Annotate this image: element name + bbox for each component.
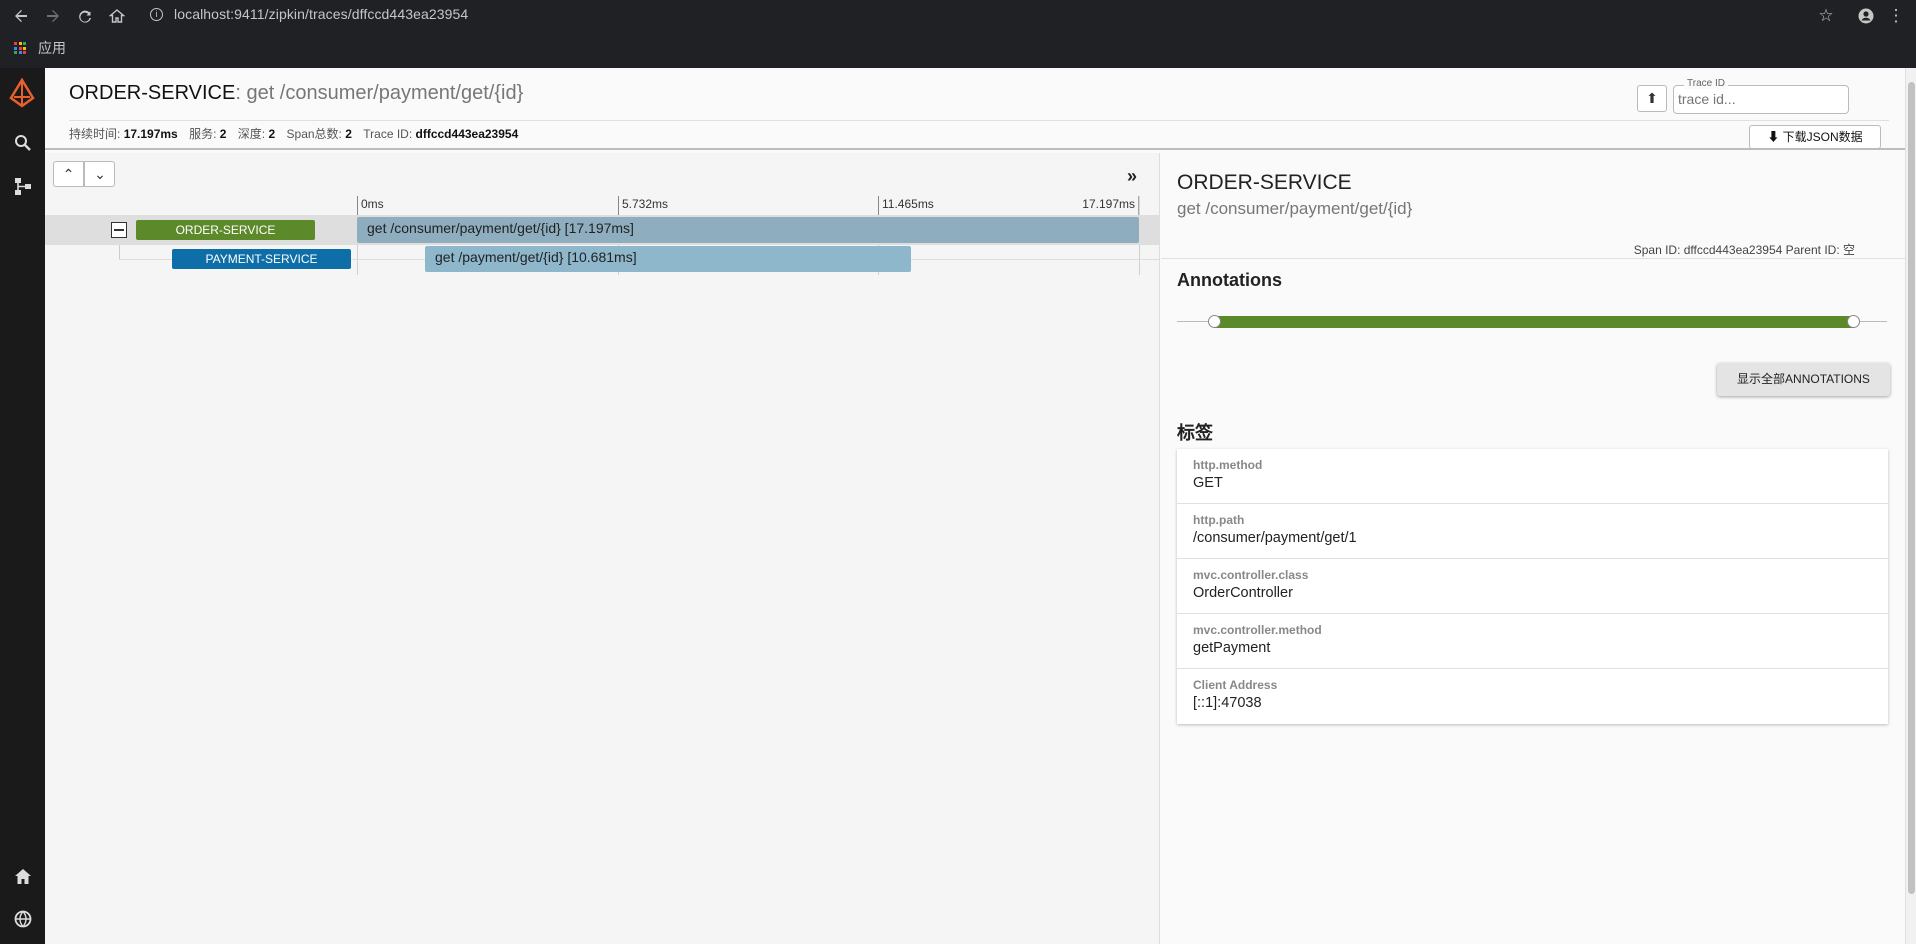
- collapse-toggle-icon[interactable]: [111, 222, 127, 238]
- detail-divider: [1161, 258, 1905, 259]
- annotation-end-marker[interactable]: [1847, 315, 1860, 328]
- span-detail-panel: ORDER-SERVICE get /consumer/payment/get/…: [1161, 153, 1905, 944]
- services-value: 2: [219, 127, 227, 141]
- tag-value: GET: [1193, 475, 1223, 491]
- back-icon[interactable]: [10, 5, 32, 27]
- search-icon[interactable]: [12, 132, 34, 154]
- tag-key: http.method: [1193, 458, 1263, 472]
- span-row[interactable]: PAYMENT-SERVICE get /payment/get/{id} [1…: [45, 245, 1160, 275]
- profile-icon[interactable]: [1855, 5, 1877, 27]
- span-bar[interactable]: get /consumer/payment/get/{id} [17.197ms…: [357, 217, 1139, 243]
- left-sidebar: [0, 68, 45, 944]
- tag-row: http.method GET: [1177, 449, 1888, 504]
- trace-timeline: ⌃ ⌄ » 0ms 5.732ms 11.465ms 17.197ms ORDE…: [45, 153, 1160, 944]
- dependencies-icon[interactable]: [12, 175, 34, 197]
- span-bar[interactable]: get /payment/get/{id} [10.681ms]: [425, 246, 911, 272]
- traceid-value: dffccd443ea23954: [415, 127, 519, 141]
- annotation-bar: [1214, 316, 1854, 328]
- menu-kebab-icon[interactable]: ⋮: [1885, 5, 1907, 27]
- span-service-label: PAYMENT-SERVICE: [172, 249, 351, 269]
- reload-icon[interactable]: [74, 5, 96, 27]
- tag-value: [::1]:47038: [1193, 695, 1262, 711]
- annotation-start-marker[interactable]: [1208, 315, 1221, 328]
- span-ids: Span ID: dffccd443ea23954 Parent ID: 空: [1633, 243, 1855, 257]
- bookmark-apps[interactable]: 应用: [38, 38, 66, 58]
- depth-value: 2: [268, 127, 276, 141]
- show-all-annotations-button[interactable]: 显示全部ANNOTATIONS: [1717, 363, 1890, 396]
- detail-operation: get /consumer/payment/get/{id}: [1177, 199, 1413, 218]
- language-globe-icon[interactable]: [12, 908, 34, 930]
- trace-id-input[interactable]: [1676, 88, 1844, 110]
- tree-connector: [119, 245, 120, 259]
- tag-key: http.path: [1193, 513, 1245, 527]
- apps-grid-icon[interactable]: [14, 42, 26, 54]
- expand-detail-icon[interactable]: »: [1127, 166, 1137, 187]
- tag-value: /consumer/payment/get/1: [1193, 530, 1357, 546]
- tick-0: 0ms: [357, 196, 384, 216]
- span-service-label: ORDER-SERVICE: [136, 220, 315, 240]
- browser-chrome: i localhost:9411/zipkin/traces/dffccd443…: [0, 0, 1916, 68]
- forward-icon[interactable]: [42, 5, 64, 27]
- address-bar[interactable]: localhost:9411/zipkin/traces/dffccd443ea…: [174, 6, 468, 22]
- duration-label: 持续时间:: [69, 127, 121, 141]
- timeline-ticks: 0ms 5.732ms 11.465ms 17.197ms: [45, 196, 1145, 216]
- tick-3: 17.197ms: [1079, 196, 1139, 216]
- tag-row: mvc.controller.class OrderController: [1177, 559, 1888, 614]
- trace-stats: 持续时间: 17.197ms 服务: 2 深度: 2 Span总数: 2 Tra…: [69, 125, 526, 142]
- download-json-label: 下载JSON数据: [1782, 130, 1863, 144]
- upload-json-button[interactable]: ⬆: [1637, 85, 1667, 112]
- tag-key: mvc.controller.method: [1193, 623, 1322, 637]
- tag-key: mvc.controller.class: [1193, 568, 1309, 582]
- tag-row: Client Address [::1]:47038: [1177, 669, 1888, 724]
- span-up-button[interactable]: ⌃: [53, 161, 84, 187]
- spans-label: Span总数:: [286, 127, 342, 141]
- download-json-button[interactable]: ⬇ 下载JSON数据: [1749, 125, 1881, 149]
- tag-value: OrderController: [1193, 585, 1293, 601]
- site-info-icon[interactable]: i: [150, 8, 163, 21]
- trace-header: ORDER-SERVICE: get /consumer/payment/get…: [45, 68, 1905, 150]
- depth-label: 深度:: [237, 127, 266, 141]
- trace-page: ORDER-SERVICE: get /consumer/payment/get…: [45, 68, 1905, 944]
- tags-table: http.method GET http.path /consumer/paym…: [1177, 449, 1888, 724]
- title-service: ORDER-SERVICE: [69, 82, 236, 104]
- tick-2: 11.465ms: [878, 196, 934, 216]
- tag-row: http.path /consumer/payment/get/1: [1177, 504, 1888, 559]
- scroll-thumb[interactable]: [1908, 82, 1915, 894]
- duration-value: 17.197ms: [123, 127, 178, 141]
- upload-icon: ⬆: [1646, 90, 1658, 106]
- services-label: 服务:: [189, 127, 217, 141]
- timeline-toolbar: ⌃ ⌄: [53, 161, 116, 187]
- tags-heading: 标签: [1177, 423, 1213, 443]
- home-icon[interactable]: [106, 5, 128, 27]
- detail-service: ORDER-SERVICE: [1177, 171, 1352, 194]
- span-row[interactable]: ORDER-SERVICE get /consumer/payment/get/…: [45, 215, 1160, 245]
- bookmark-star-icon[interactable]: ☆: [1815, 5, 1837, 27]
- tag-row: mvc.controller.method getPayment: [1177, 614, 1888, 669]
- tag-key: Client Address: [1193, 678, 1278, 692]
- home-nav-icon[interactable]: [12, 866, 34, 888]
- tick-1: 5.732ms: [618, 196, 668, 216]
- page-scrollbar[interactable]: [1905, 68, 1916, 944]
- download-icon: ⬇: [1767, 130, 1780, 144]
- header-divider: [69, 120, 1889, 121]
- spans-value: 2: [345, 127, 352, 141]
- annotations-heading: Annotations: [1177, 270, 1282, 290]
- tag-value: getPayment: [1193, 640, 1271, 656]
- traceid-label: Trace ID:: [363, 127, 413, 141]
- page-title: ORDER-SERVICE: get /consumer/payment/get…: [69, 82, 523, 105]
- title-operation: : get /consumer/payment/get/{id}: [235, 82, 524, 104]
- browser-nav-row: i localhost:9411/zipkin/traces/dffccd443…: [0, 0, 1916, 31]
- span-down-button[interactable]: ⌄: [84, 161, 116, 187]
- zipkin-logo-icon[interactable]: [8, 77, 36, 108]
